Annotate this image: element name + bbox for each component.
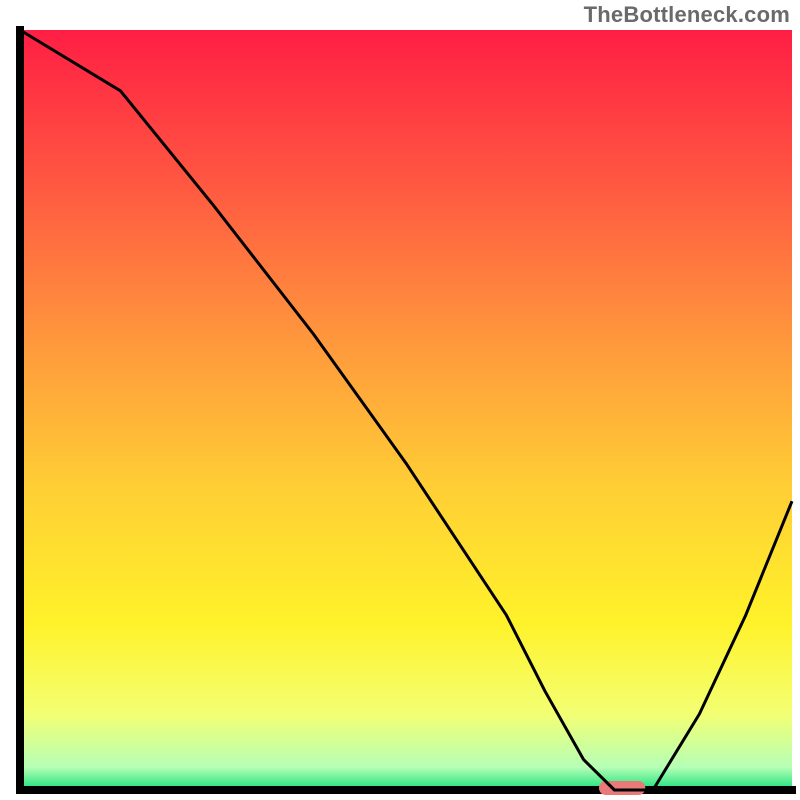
bottleneck-chart	[0, 0, 800, 800]
gradient-background	[20, 30, 792, 790]
chart-stage: TheBottleneck.com	[0, 0, 800, 800]
